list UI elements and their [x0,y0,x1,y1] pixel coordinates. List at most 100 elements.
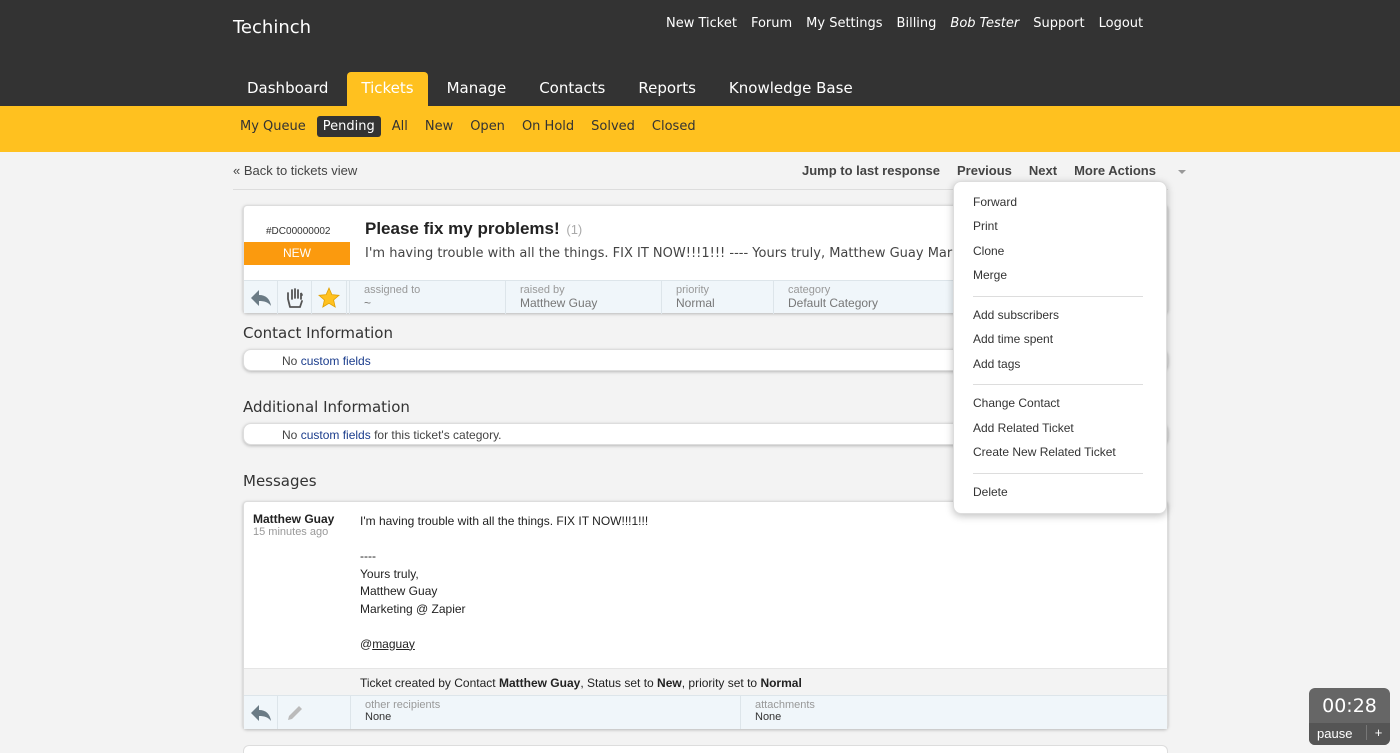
menu-item-add-tags[interactable]: Add tags [973,357,1020,371]
chevron-down-icon [1177,169,1186,174]
menu-item-clone[interactable]: Clone [973,244,1004,258]
menu-item-create-new-related-ticket[interactable]: Create New Related Ticket [973,445,1116,459]
menu-item-change-contact[interactable]: Change Contact [973,396,1060,410]
support-link[interactable]: Support [1033,16,1084,31]
message-log-text: Ticket created by Contact Matthew Guay, … [360,676,802,690]
additional-information-text: No custom fields for this ticket's categ… [282,428,502,442]
subtab-pending[interactable]: Pending [316,116,381,137]
subtab-solved[interactable]: Solved [585,116,641,137]
category-custom-fields-link[interactable]: custom fields [301,428,371,442]
contact-information-heading: Contact Information [243,324,393,342]
message-line: ---- [360,549,376,563]
timer-controls: pause + [1309,723,1390,745]
assigned-to-value: ~ [364,296,372,310]
brand-name[interactable]: Techinch [233,17,311,38]
star-button[interactable] [312,281,347,314]
handle-link[interactable]: maguay [372,637,415,651]
additional-information-heading: Additional Information [243,398,410,416]
message-handle-line: @maguay [360,636,648,654]
category-field[interactable]: category Default Category [773,281,953,314]
message-meta-bar: other recipients None attachments None [244,695,1167,729]
reply-message-button[interactable] [244,696,278,729]
logout-link[interactable]: Logout [1099,16,1144,31]
raised-by-value: Matthew Guay [520,296,598,310]
log-mid1: , Status set to [580,676,654,690]
menu-item-add-subscribers[interactable]: Add subscribers [973,308,1059,322]
message-body: I'm having trouble with all the things. … [360,513,648,653]
tab-contacts[interactable]: Contacts [525,72,619,106]
new-ticket-link[interactable]: New Ticket [666,16,737,31]
message-line: I'm having trouble with all the things. … [360,514,649,528]
custom-fields-link[interactable]: custom fields [301,354,371,368]
additional-info-suffix: for this ticket's category. [374,428,502,442]
subtab-all[interactable]: All [386,116,414,137]
raised-by-field[interactable]: raised by Matthew Guay [505,281,661,314]
subtab-closed[interactable]: Closed [646,116,702,137]
attachments-label: attachments [755,699,815,711]
more-actions-button[interactable]: More Actions [1074,163,1186,178]
tab-reports[interactable]: Reports [624,72,710,106]
ticket-title-text: Please fix my problems! [365,219,560,238]
tab-knowledge-base[interactable]: Knowledge Base [715,72,867,106]
edit-message-button[interactable] [278,696,312,729]
menu-separator [973,296,1143,297]
tab-dashboard[interactable]: Dashboard [233,72,342,106]
category-label: category [788,284,831,296]
timer-pause-button[interactable]: pause [1317,726,1352,741]
raised-by-label: raised by [520,284,565,296]
assigned-to-label: assigned to [364,284,421,296]
ticket-title: Please fix my problems! (1) [365,219,582,239]
other-recipients-label: other recipients [365,699,441,711]
log-contact: Matthew Guay [498,676,581,690]
next-link[interactable]: Next [1029,163,1057,178]
menu-item-add-related-ticket[interactable]: Add Related Ticket [973,421,1074,435]
priority-field[interactable]: priority Normal [661,281,773,314]
menu-item-delete[interactable]: Delete [973,485,1008,499]
handle-at-sign: @ [360,636,373,651]
previous-link[interactable]: Previous [957,163,1012,178]
tab-tickets[interactable]: Tickets [347,72,428,106]
message-line: Marketing @ Zapier [360,601,466,616]
priority-value: Normal [676,296,715,310]
menu-item-forward[interactable]: Forward [973,195,1017,209]
forum-link[interactable]: Forum [751,16,792,31]
menu-separator [973,473,1143,474]
log-mid2: , priority set to [681,676,758,690]
assigned-to-field[interactable]: assigned to ~ [349,281,505,314]
next-message-card [243,745,1168,753]
menu-item-merge[interactable]: Merge [973,268,1007,282]
top-header: Techinch New Ticket Forum My Settings Bi… [0,0,1400,106]
main-tabs: Dashboard Tickets Manage Contacts Report… [233,72,872,106]
message-author[interactable]: Matthew Guay [253,512,334,526]
take-ticket-button[interactable] [278,281,312,314]
message-time: 15 minutes ago [253,526,329,538]
menu-item-add-time-spent[interactable]: Add time spent [973,332,1053,346]
message-log-bar: Ticket created by Contact Matthew Guay, … [244,668,1167,695]
user-link[interactable]: Bob Tester [950,16,1019,31]
subtab-open[interactable]: Open [464,116,511,137]
subtab-my-queue[interactable]: My Queue [234,116,312,137]
billing-link[interactable]: Billing [897,16,937,31]
reply-button[interactable] [244,281,278,314]
attachments-field[interactable]: attachments None [740,696,1140,729]
jump-to-last-response-link[interactable]: Jump to last response [802,163,940,178]
my-settings-link[interactable]: My Settings [806,16,882,31]
ticket-id: #DC00000002 [266,226,331,237]
reply-icon [250,289,271,306]
hand-icon [286,287,303,308]
messages-heading: Messages [243,472,317,490]
other-recipients-field[interactable]: other recipients None [350,696,740,729]
menu-item-print[interactable]: Print [973,219,998,233]
attachments-value: None [755,711,782,723]
back-to-tickets-link[interactable]: « Back to tickets view [233,163,357,178]
log-status: New [657,676,682,690]
subtab-new[interactable]: New [419,116,459,137]
menu-separator [973,384,1143,385]
pencil-icon [288,705,302,720]
reply-icon [250,704,271,721]
timer-add-button[interactable]: + [1366,725,1390,740]
ticket-nav-actions: Jump to last response Previous Next More… [802,163,1203,178]
subtab-on-hold[interactable]: On Hold [516,116,580,137]
tab-manage[interactable]: Manage [433,72,521,106]
ticket-snippet: I'm having trouble with all the things. … [365,246,1052,261]
